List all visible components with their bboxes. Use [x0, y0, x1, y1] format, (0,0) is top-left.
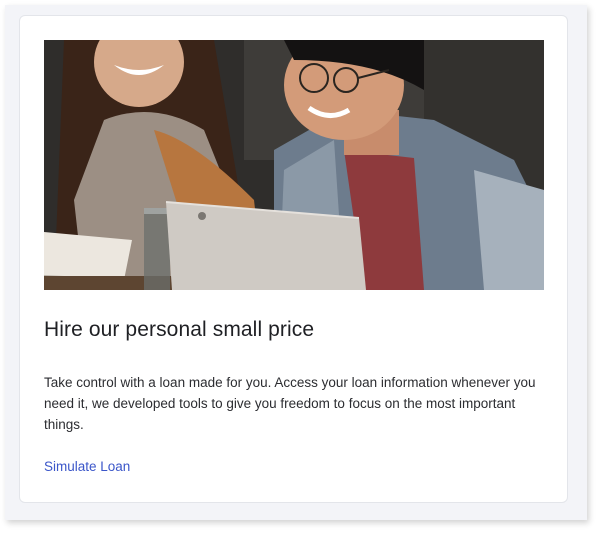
loan-card: Hire our personal small price Take contr… — [19, 15, 568, 503]
card-description: Take control with a loan made for you. A… — [44, 375, 536, 432]
card-photo — [44, 40, 544, 290]
card-title: Hire our personal small price — [44, 318, 315, 341]
simulate-loan-link[interactable]: Simulate Loan — [44, 459, 130, 474]
